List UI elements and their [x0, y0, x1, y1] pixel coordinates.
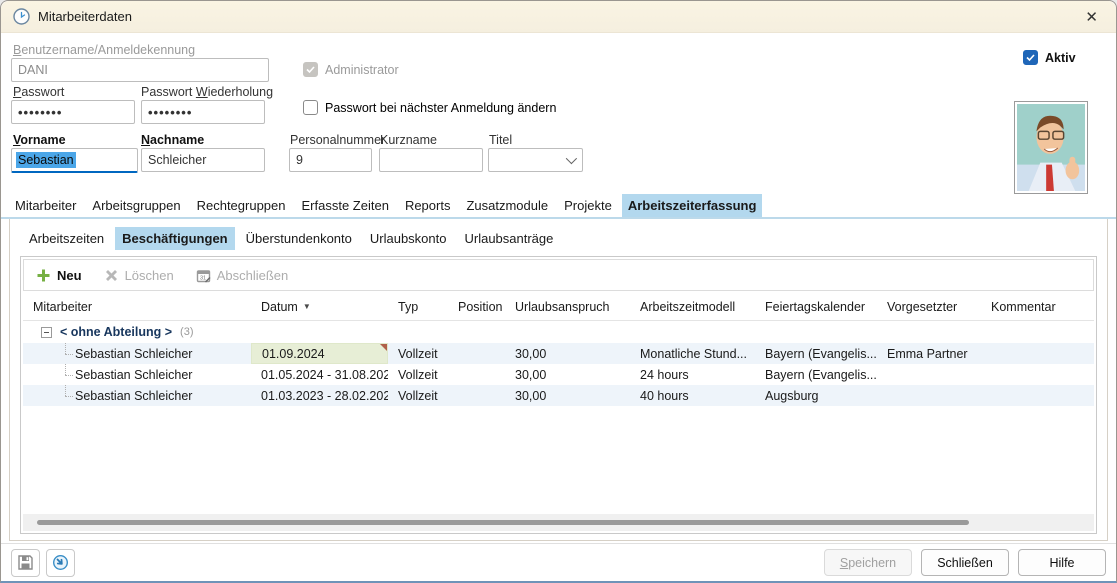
- chevron-down-icon: [566, 153, 577, 164]
- tab-mitarbeiter[interactable]: Mitarbeiter: [9, 194, 82, 217]
- password-change-checkbox[interactable]: Passwort bei nächster Anmeldung ändern: [303, 100, 556, 115]
- cell-flag-icon: [380, 344, 387, 351]
- svg-text:31: 31: [200, 275, 206, 281]
- arbeitszeiterfassung-page: Arbeitszeiten Beschäftigungen Überstunde…: [9, 219, 1108, 541]
- scrollbar-thumb[interactable]: [37, 520, 969, 525]
- floppy-icon: [17, 554, 34, 571]
- help-button[interactable]: Hilfe: [1018, 549, 1106, 576]
- employee-form: Benutzername/Anmeldekennung Administrato…: [1, 34, 1116, 189]
- group-count: (3): [180, 326, 193, 338]
- administrator-checkbox[interactable]: Administrator: [303, 62, 399, 77]
- col-feiertagskalender[interactable]: Feiertagskalender: [755, 300, 877, 314]
- collapse-icon[interactable]: [41, 327, 52, 338]
- tab-zusatzmodule[interactable]: Zusatzmodule: [460, 194, 554, 217]
- subtab-urlaubskonto[interactable]: Urlaubskonto: [363, 227, 454, 250]
- col-datum[interactable]: Datum ▼: [251, 300, 388, 314]
- administrator-label: Administrator: [325, 63, 399, 77]
- employee-data-dialog: Mitarbeiterdaten ✕ Benutzername/Anmeldek…: [0, 0, 1117, 583]
- title-select[interactable]: [488, 148, 583, 172]
- date-cell-highlighted[interactable]: 01.09.2024: [251, 343, 388, 364]
- close-icon[interactable]: ✕: [1079, 6, 1104, 28]
- active-checkbox[interactable]: Aktiv: [1023, 50, 1076, 65]
- table-row[interactable]: Sebastian Schleicher 01.03.2023 - 28.02.…: [23, 385, 1094, 406]
- subtab-urlaubsantraege[interactable]: Urlaubsanträge: [457, 227, 560, 250]
- table-header-row: Mitarbeiter Datum ▼ Typ Position Urlaubs…: [23, 293, 1094, 321]
- group-label: < ohne Abteilung >: [60, 325, 172, 339]
- tab-erfasste-zeiten[interactable]: Erfasste Zeiten: [296, 194, 395, 217]
- active-label: Aktiv: [1045, 51, 1076, 65]
- delete-button[interactable]: Löschen: [104, 268, 174, 283]
- toolbar: Neu Löschen 31 Abschließen: [23, 259, 1094, 291]
- checkbox-checked-disabled-icon: [303, 62, 318, 77]
- password-change-label: Passwort bei nächster Anmeldung ändern: [325, 101, 556, 115]
- selected-text: Sebastian: [16, 152, 76, 168]
- col-kommentar[interactable]: Kommentar: [981, 300, 1094, 314]
- clock-icon: [13, 8, 30, 25]
- subtab-arbeitszeiten[interactable]: Arbeitszeiten: [22, 227, 111, 250]
- col-typ[interactable]: Typ: [388, 300, 448, 314]
- tab-arbeitszeiterfassung[interactable]: Arbeitszeiterfassung: [622, 194, 763, 217]
- password-label: Passwort: [13, 85, 64, 99]
- close-button[interactable]: Schließen: [921, 549, 1009, 576]
- save-button[interactable]: Speichern: [824, 549, 912, 576]
- lastname-input[interactable]: [141, 148, 265, 172]
- horizontal-scrollbar[interactable]: [23, 514, 1094, 531]
- shortname-label: Kurzname: [380, 133, 437, 147]
- lastname-label: Nachname: [141, 133, 204, 147]
- complete-button[interactable]: 31 Abschließen: [196, 268, 289, 283]
- group-row[interactable]: < ohne Abteilung > (3): [23, 321, 1094, 343]
- subtab-ueberstundenkonto[interactable]: Überstundenkonto: [239, 227, 359, 250]
- tab-reports[interactable]: Reports: [399, 194, 457, 217]
- password-repeat-input[interactable]: [141, 100, 265, 124]
- subtab-beschaeftigungen[interactable]: Beschäftigungen: [115, 227, 234, 250]
- col-mitarbeiter[interactable]: Mitarbeiter: [23, 300, 251, 314]
- beschaeftigungen-panel: Neu Löschen 31 Abschließen: [20, 256, 1097, 534]
- circle-arrow-icon: [52, 554, 69, 571]
- sort-desc-icon: ▼: [303, 302, 311, 311]
- username-label: Benutzername/Anmeldekennung: [13, 43, 195, 57]
- employments-table: Mitarbeiter Datum ▼ Typ Position Urlaubs…: [23, 293, 1094, 406]
- password-repeat-label: Passwort Wiederholung: [141, 85, 273, 99]
- personnel-number-label: Personalnummer: [290, 133, 385, 147]
- username-input[interactable]: [11, 58, 269, 82]
- checkbox-unchecked-icon: [303, 100, 318, 115]
- main-tab-strip: Mitarbeiter Arbeitsgruppen Rechtegruppen…: [9, 192, 1108, 217]
- col-urlaubsanspruch[interactable]: Urlaubsanspruch: [505, 300, 630, 314]
- checkbox-checked-icon: [1023, 50, 1038, 65]
- table-row[interactable]: Sebastian Schleicher 01.09.2024 Vollzeit…: [23, 343, 1094, 364]
- calendar-icon: 31: [196, 268, 211, 283]
- window-title: Mitarbeiterdaten: [38, 9, 132, 24]
- col-vorgesetzter[interactable]: Vorgesetzter: [877, 300, 981, 314]
- personnel-number-input[interactable]: [289, 148, 372, 172]
- save-file-button[interactable]: [11, 549, 40, 577]
- table-row[interactable]: Sebastian Schleicher 01.05.2024 - 31.08.…: [23, 364, 1094, 385]
- plus-icon: [36, 268, 51, 283]
- firstname-label: Vorname: [13, 133, 66, 147]
- x-icon: [104, 268, 119, 283]
- title-bar: Mitarbeiterdaten ✕: [1, 1, 1116, 33]
- tab-projekte[interactable]: Projekte: [558, 194, 618, 217]
- title-label: Titel: [489, 133, 512, 147]
- col-arbeitszeitmodell[interactable]: Arbeitszeitmodell: [630, 300, 755, 314]
- col-position[interactable]: Position: [448, 300, 505, 314]
- tab-rechtegruppen[interactable]: Rechtegruppen: [191, 194, 292, 217]
- password-input[interactable]: [11, 100, 135, 124]
- footer-bar: Speichern Schließen Hilfe: [1, 543, 1116, 581]
- firstname-input[interactable]: Sebastian: [11, 148, 138, 173]
- sub-tab-strip: Arbeitszeiten Beschäftigungen Überstunde…: [22, 227, 560, 250]
- new-button[interactable]: Neu: [36, 268, 82, 283]
- import-button[interactable]: [46, 549, 75, 577]
- employee-photo: [1014, 101, 1088, 194]
- tab-arbeitsgruppen[interactable]: Arbeitsgruppen: [86, 194, 186, 217]
- shortname-input[interactable]: [379, 148, 483, 172]
